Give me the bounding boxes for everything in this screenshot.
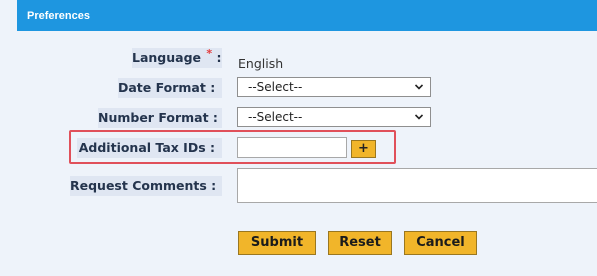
- number-format-selected: --Select--: [248, 110, 303, 124]
- language-label-text: Language: [132, 50, 202, 65]
- request-comments-label: Request Comments :: [70, 176, 222, 196]
- reset-button[interactable]: Reset: [328, 231, 392, 255]
- submit-button[interactable]: Submit: [238, 231, 316, 255]
- additional-tax-ids-label: Additional Tax IDs :: [77, 138, 222, 158]
- panel-header: Preferences: [17, 0, 597, 31]
- chevron-down-icon: [415, 84, 423, 90]
- language-label-colon: :: [216, 50, 222, 65]
- request-comments-textarea[interactable]: [237, 168, 597, 203]
- cancel-button[interactable]: Cancel: [404, 231, 477, 255]
- chevron-down-icon: [415, 114, 423, 120]
- date-format-selected: --Select--: [248, 80, 303, 94]
- language-label: Language * :: [132, 48, 222, 68]
- required-marker: *: [206, 46, 213, 60]
- number-format-label: Number Format :: [98, 108, 222, 128]
- language-value: English: [238, 56, 284, 71]
- date-format-label: Date Format :: [118, 78, 222, 98]
- additional-tax-ids-input[interactable]: [237, 137, 347, 158]
- panel-title: Preferences: [27, 10, 90, 22]
- number-format-select[interactable]: --Select--: [237, 107, 431, 127]
- date-format-select[interactable]: --Select--: [237, 77, 431, 97]
- add-tax-id-button[interactable]: +: [351, 140, 376, 158]
